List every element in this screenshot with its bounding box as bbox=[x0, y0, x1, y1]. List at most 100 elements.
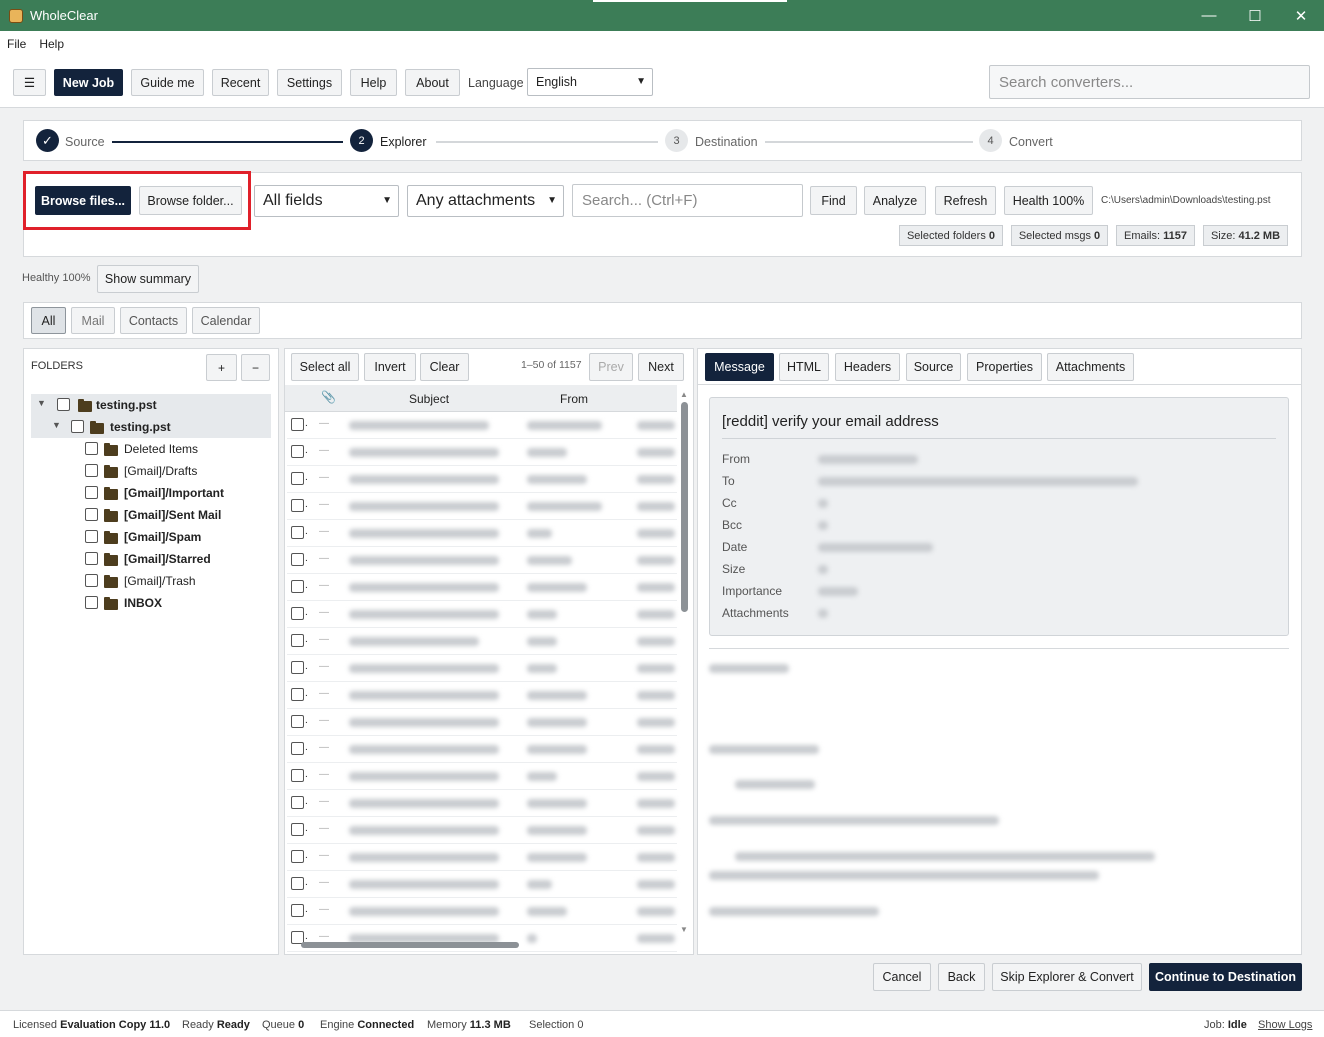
tab-all[interactable]: All bbox=[31, 307, 66, 334]
settings-button[interactable]: Settings bbox=[277, 69, 342, 96]
folder-item[interactable]: ▼ testing.pst bbox=[31, 416, 271, 438]
message-scrollbar[interactable]: ▲ ▼ bbox=[680, 390, 690, 938]
continue-to-destination-button[interactable]: Continue to Destination bbox=[1149, 963, 1302, 991]
clear-button[interactable]: Clear bbox=[420, 353, 469, 381]
message-checkbox[interactable] bbox=[291, 634, 304, 647]
message-row[interactable]: . — bbox=[287, 844, 677, 871]
message-row[interactable]: . — bbox=[287, 763, 677, 790]
tab-contacts[interactable]: Contacts bbox=[120, 307, 187, 334]
message-checkbox[interactable] bbox=[291, 661, 304, 674]
folder-checkbox[interactable] bbox=[85, 464, 98, 477]
message-hscrollbar[interactable] bbox=[287, 940, 677, 950]
expand-arrow-icon[interactable]: ▼ bbox=[37, 398, 46, 408]
message-checkbox[interactable] bbox=[291, 715, 304, 728]
converter-search-input[interactable]: Search converters... bbox=[989, 65, 1310, 99]
health-button[interactable]: Health 100% bbox=[1004, 186, 1093, 215]
message-checkbox[interactable] bbox=[291, 796, 304, 809]
tab-headers[interactable]: Headers bbox=[835, 353, 900, 381]
folder-item[interactable]: ▼ testing.pst bbox=[31, 394, 271, 416]
message-row[interactable]: . — bbox=[287, 736, 677, 763]
message-row[interactable]: . — bbox=[287, 790, 677, 817]
folder-checkbox[interactable] bbox=[85, 486, 98, 499]
folder-item[interactable]: [Gmail]/Trash bbox=[31, 570, 271, 592]
message-row[interactable]: . — bbox=[287, 412, 677, 439]
select-all-button[interactable]: Select all bbox=[291, 353, 359, 381]
folder-checkbox[interactable] bbox=[85, 530, 98, 543]
message-checkbox[interactable] bbox=[291, 445, 304, 458]
message-row[interactable]: . — bbox=[287, 682, 677, 709]
tab-source[interactable]: Source bbox=[906, 353, 961, 381]
message-checkbox[interactable] bbox=[291, 607, 304, 620]
minimize-button[interactable]: — bbox=[1186, 0, 1232, 31]
expand-arrow-icon[interactable]: ▼ bbox=[52, 420, 61, 430]
folder-checkbox[interactable] bbox=[85, 442, 98, 455]
message-checkbox[interactable] bbox=[291, 526, 304, 539]
scroll-up-icon[interactable]: ▲ bbox=[680, 390, 688, 399]
show-summary-button[interactable]: Show summary bbox=[97, 265, 199, 293]
tab-mail[interactable]: Mail bbox=[71, 307, 115, 334]
prev-page-button[interactable]: Prev bbox=[589, 353, 633, 381]
field-filter-select[interactable]: All fields ▼ bbox=[254, 185, 399, 217]
browse-files-button[interactable]: Browse files... bbox=[35, 186, 131, 215]
back-button[interactable]: Back bbox=[938, 963, 985, 991]
message-row[interactable]: . — bbox=[287, 817, 677, 844]
folder-item[interactable]: [Gmail]/Drafts bbox=[31, 460, 271, 482]
message-row[interactable]: . — bbox=[287, 493, 677, 520]
add-folder-button[interactable]: + bbox=[206, 354, 237, 381]
message-checkbox[interactable] bbox=[291, 742, 304, 755]
menu-file[interactable]: File bbox=[7, 37, 26, 51]
scroll-down-icon[interactable]: ▼ bbox=[680, 925, 688, 934]
refresh-button[interactable]: Refresh bbox=[935, 186, 996, 215]
folder-checkbox[interactable] bbox=[85, 552, 98, 565]
message-row[interactable]: . — bbox=[287, 466, 677, 493]
message-row[interactable]: . — bbox=[287, 709, 677, 736]
folder-item[interactable]: Deleted Items bbox=[31, 438, 271, 460]
message-row[interactable]: . — bbox=[287, 655, 677, 682]
column-subject[interactable]: Subject bbox=[409, 392, 449, 406]
message-search-input[interactable]: Search... (Ctrl+F) bbox=[572, 184, 803, 217]
message-row[interactable]: . — bbox=[287, 898, 677, 925]
skip-explorer-convert-button[interactable]: Skip Explorer & Convert bbox=[992, 963, 1142, 991]
guide-me-button[interactable]: Guide me bbox=[131, 69, 204, 96]
maximize-button[interactable]: ☐ bbox=[1232, 0, 1278, 31]
folder-checkbox[interactable] bbox=[71, 420, 84, 433]
analyze-button[interactable]: Analyze bbox=[864, 186, 926, 215]
tab-html[interactable]: HTML bbox=[779, 353, 829, 381]
menu-help[interactable]: Help bbox=[39, 37, 64, 51]
message-checkbox[interactable] bbox=[291, 823, 304, 836]
new-job-button[interactable]: New Job bbox=[54, 69, 123, 96]
browse-folder-button[interactable]: Browse folder... bbox=[139, 186, 242, 215]
find-button[interactable]: Find bbox=[810, 186, 857, 215]
message-checkbox[interactable] bbox=[291, 877, 304, 890]
message-row[interactable]: . — bbox=[287, 871, 677, 898]
language-select[interactable]: English ▼ bbox=[527, 68, 653, 96]
message-row[interactable]: . — bbox=[287, 574, 677, 601]
folder-checkbox[interactable] bbox=[85, 596, 98, 609]
next-page-button[interactable]: Next bbox=[638, 353, 684, 381]
folder-item[interactable]: INBOX bbox=[31, 592, 271, 614]
message-checkbox[interactable] bbox=[291, 850, 304, 863]
hscrollbar-thumb[interactable] bbox=[301, 942, 519, 948]
message-checkbox[interactable] bbox=[291, 580, 304, 593]
column-from[interactable]: From bbox=[560, 392, 588, 406]
remove-folder-button[interactable]: − bbox=[241, 354, 270, 381]
message-row[interactable]: . — bbox=[287, 547, 677, 574]
cancel-button[interactable]: Cancel bbox=[873, 963, 931, 991]
message-checkbox[interactable] bbox=[291, 418, 304, 431]
tab-attachments[interactable]: Attachments bbox=[1047, 353, 1134, 381]
message-checkbox[interactable] bbox=[291, 769, 304, 782]
message-checkbox[interactable] bbox=[291, 472, 304, 485]
message-checkbox[interactable] bbox=[291, 688, 304, 701]
folder-item[interactable]: [Gmail]/Sent Mail bbox=[31, 504, 271, 526]
tab-properties[interactable]: Properties bbox=[967, 353, 1042, 381]
tab-message[interactable]: Message bbox=[705, 353, 774, 381]
folder-checkbox[interactable] bbox=[57, 398, 70, 411]
message-row[interactable]: . — bbox=[287, 628, 677, 655]
folder-checkbox[interactable] bbox=[85, 508, 98, 521]
hamburger-menu-icon[interactable]: ☰ bbox=[13, 69, 46, 96]
folder-item[interactable]: [Gmail]/Starred bbox=[31, 548, 271, 570]
recent-button[interactable]: Recent bbox=[212, 69, 269, 96]
message-checkbox[interactable] bbox=[291, 499, 304, 512]
invert-button[interactable]: Invert bbox=[364, 353, 416, 381]
close-button[interactable]: ✕ bbox=[1278, 0, 1324, 31]
